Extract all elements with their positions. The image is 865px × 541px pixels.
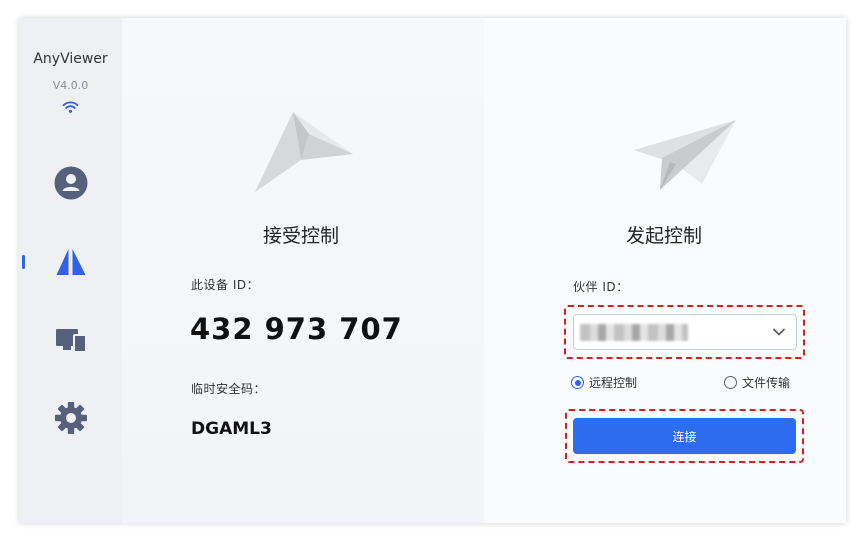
partner-id-label: 伙伴 ID： <box>573 280 629 294</box>
receive-control-title: 接受控制 <box>263 225 340 247</box>
partner-id-combobox[interactable] <box>573 314 797 350</box>
paper-plane-icon <box>255 112 353 192</box>
file-transfer-label: 文件传输 <box>742 376 791 390</box>
devices-icon <box>55 329 87 353</box>
remote-control-icon <box>56 249 85 275</box>
user-icon <box>54 166 87 200</box>
chevron-down-icon[interactable] <box>772 327 786 337</box>
initiate-control-pane: 发起控制 伙伴 ID： 远程控制 文件传输 连接 <box>484 18 846 523</box>
sidebar-item-devices[interactable] <box>19 315 122 365</box>
wifi-icon <box>62 101 79 113</box>
partner-id-value-redacted <box>580 324 688 341</box>
file-transfer-radio[interactable] <box>724 376 737 389</box>
sidebar-item-settings[interactable] <box>19 393 122 443</box>
app-name: AnyViewer <box>33 51 108 67</box>
sidebar-item-remote-control[interactable] <box>19 237 122 287</box>
device-id-value: 432 973 707 <box>190 312 403 346</box>
sidebar: AnyViewer V4.0.0 <box>19 18 122 523</box>
sidebar-item-account[interactable] <box>19 158 122 208</box>
mode-remote-control[interactable]: 远程控制 <box>571 374 637 391</box>
receive-control-pane: 接受控制 此设备 ID： 432 973 707 临时安全码： DGAML3 <box>122 18 484 523</box>
device-id-label: 此设备 ID： <box>191 278 260 292</box>
remote-control-radio[interactable] <box>571 376 584 389</box>
gear-icon <box>54 402 87 434</box>
app-version: V4.0.0 <box>52 79 89 92</box>
connect-button[interactable]: 连接 <box>573 418 796 454</box>
temp-code-label: 临时安全码： <box>191 382 267 396</box>
temp-code-value: DGAML3 <box>191 419 272 439</box>
paper-plane-send-icon <box>634 120 736 190</box>
initiate-control-title: 发起控制 <box>626 225 703 247</box>
remote-control-label: 远程控制 <box>589 376 638 390</box>
app-window: AnyViewer V4.0.0 接受控制 此设备 ID： 432 973 70… <box>19 18 846 523</box>
mode-file-transfer[interactable]: 文件传输 <box>724 374 790 391</box>
